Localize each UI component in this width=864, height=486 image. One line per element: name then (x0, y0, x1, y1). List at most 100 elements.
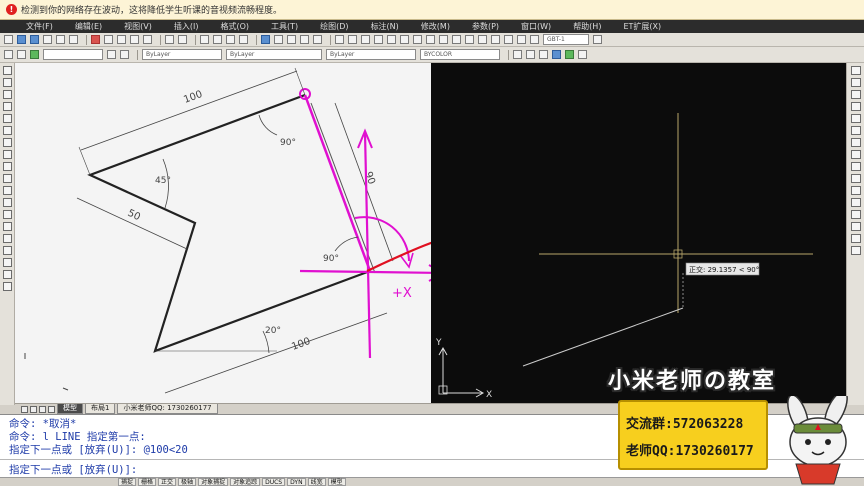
gradient-icon[interactable] (3, 246, 12, 255)
status-snap[interactable]: 捕捉 (118, 478, 137, 486)
polygon-icon[interactable] (3, 102, 12, 111)
status-grid[interactable]: 栅格 (138, 478, 157, 486)
tab-prev-icon[interactable] (30, 405, 37, 413)
stretch-icon[interactable] (851, 162, 861, 171)
hidden-style-icon[interactable] (539, 50, 548, 59)
tab-first-icon[interactable] (21, 405, 28, 413)
status-otrack[interactable]: 对象追踪 (230, 478, 261, 486)
offset-icon[interactable] (851, 102, 861, 111)
zoom-window-icon[interactable] (226, 35, 235, 44)
save-icon[interactable] (30, 35, 39, 44)
color-layer-combo[interactable]: ByLayer (142, 49, 222, 60)
line-tool-icon[interactable] (3, 66, 12, 75)
circle-icon[interactable] (3, 138, 12, 147)
menu-edit[interactable]: 编辑(E) (75, 21, 102, 32)
array-icon[interactable] (851, 114, 861, 123)
match-properties-icon[interactable] (130, 35, 139, 44)
dim-angular-icon[interactable] (426, 35, 435, 44)
tool-palettes-icon[interactable] (287, 35, 296, 44)
dim-jogged-icon[interactable] (400, 35, 409, 44)
rectangle-icon[interactable] (3, 114, 12, 123)
zoom-previous-icon[interactable] (239, 35, 248, 44)
dim-diameter-icon[interactable] (413, 35, 422, 44)
chamfer-icon[interactable] (851, 222, 861, 231)
extend-icon[interactable] (851, 186, 861, 195)
layer-manager-icon[interactable] (4, 50, 13, 59)
status-dyn[interactable]: DYN (287, 478, 306, 486)
tab-model[interactable]: 模型 (57, 404, 83, 414)
redo-icon[interactable] (178, 35, 187, 44)
help-icon[interactable] (313, 35, 322, 44)
scale-icon[interactable] (851, 150, 861, 159)
dim-text-edit-icon[interactable] (517, 35, 526, 44)
status-model[interactable]: 模型 (327, 478, 346, 486)
status-lineweight[interactable]: 线宽 (307, 478, 326, 486)
paste-icon[interactable] (117, 35, 126, 44)
layer-on-icon[interactable] (30, 50, 39, 59)
undo-icon[interactable] (165, 35, 174, 44)
menu-file[interactable]: 文件(F) (26, 21, 53, 32)
model-space-canvas[interactable]: 正交: 29.1357 < 90° Y X (431, 63, 846, 403)
tab-teacher-qq[interactable]: 小米老师QQ: 1730260177 (117, 404, 218, 414)
insert-block-icon[interactable] (3, 198, 12, 207)
status-ducs[interactable]: DUCS (262, 478, 286, 486)
rotate-icon[interactable] (851, 138, 861, 147)
mirror-icon[interactable] (851, 90, 861, 99)
menu-parameters[interactable]: 参数(P) (472, 21, 499, 32)
mtext-icon[interactable] (3, 282, 12, 291)
dim-continue-icon[interactable] (465, 35, 474, 44)
make-current-icon[interactable] (107, 50, 116, 59)
trim-icon[interactable] (851, 174, 861, 183)
menu-help[interactable]: 帮助(H) (573, 21, 601, 32)
move-icon[interactable] (851, 126, 861, 135)
table-icon[interactable] (3, 270, 12, 279)
region-icon[interactable] (3, 258, 12, 267)
dim-aligned-icon[interactable] (348, 35, 357, 44)
ellipse-icon[interactable] (3, 174, 12, 183)
tab-layout1[interactable]: 布局1 (85, 404, 116, 414)
realistic-style-icon[interactable] (552, 50, 561, 59)
tolerance-icon[interactable] (478, 35, 487, 44)
polyline-icon[interactable] (3, 90, 12, 99)
explode-icon[interactable] (851, 246, 861, 255)
tab-last-icon[interactable] (48, 405, 55, 413)
dimstyle-combo[interactable]: GBT-1 (543, 34, 589, 45)
make-block-icon[interactable] (3, 210, 12, 219)
layer-previous-icon[interactable] (120, 50, 129, 59)
quick-dim-icon[interactable] (439, 35, 448, 44)
print-icon[interactable] (43, 35, 52, 44)
conceptual-style-icon[interactable] (565, 50, 574, 59)
spline-icon[interactable] (3, 162, 12, 171)
status-polar[interactable]: 极轴 (178, 478, 197, 486)
dim-ordinate-icon[interactable] (374, 35, 383, 44)
status-osnap[interactable]: 对象捕捉 (198, 478, 229, 486)
dim-arc-icon[interactable] (361, 35, 370, 44)
new-file-icon[interactable] (4, 35, 13, 44)
preview-icon[interactable] (56, 35, 65, 44)
menu-view[interactable]: 视图(V) (124, 21, 152, 32)
copy-icon[interactable] (104, 35, 113, 44)
hatch-icon[interactable] (3, 234, 12, 243)
command-prompt[interactable]: 指定下一点或 [放弃(U)]: (9, 462, 137, 477)
menu-modify[interactable]: 修改(M) (421, 21, 450, 32)
visual-style-2d-icon[interactable] (513, 50, 522, 59)
layer-state-icon[interactable] (17, 50, 26, 59)
dim-update-icon[interactable] (530, 35, 539, 44)
calculator-icon[interactable] (300, 35, 309, 44)
visual-style-manager-icon[interactable] (578, 50, 587, 59)
break-icon[interactable] (851, 198, 861, 207)
open-file-icon[interactable] (17, 35, 26, 44)
menu-insert[interactable]: 插入(I) (174, 21, 199, 32)
dim-style-icon[interactable] (593, 35, 602, 44)
menu-tools[interactable]: 工具(T) (271, 21, 298, 32)
center-mark-icon[interactable] (491, 35, 500, 44)
dim-baseline-icon[interactable] (452, 35, 461, 44)
fillet-icon[interactable] (851, 234, 861, 243)
dim-radius-icon[interactable] (387, 35, 396, 44)
construction-line-icon[interactable] (3, 78, 12, 87)
menu-format[interactable]: 格式(O) (220, 21, 249, 32)
linetype-combo[interactable]: ByLayer (226, 49, 322, 60)
pan-icon[interactable] (200, 35, 209, 44)
revcloud-icon[interactable] (3, 150, 12, 159)
point-icon[interactable] (3, 222, 12, 231)
